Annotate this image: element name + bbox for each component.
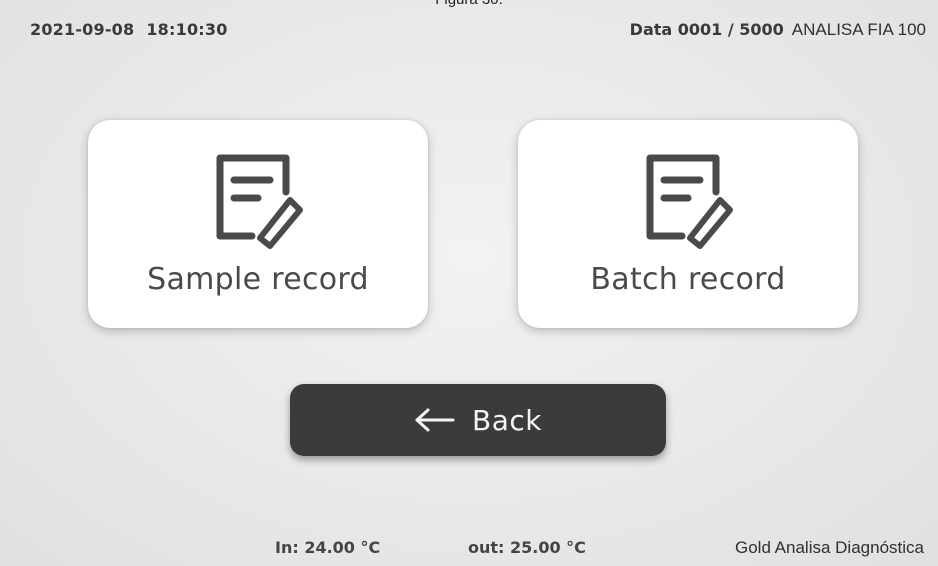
current-time: 18:10:30 <box>146 20 228 39</box>
batch-record-label: Batch record <box>590 262 786 297</box>
back-label: Back <box>472 403 542 437</box>
temperature-in: In: 24.00 °C <box>275 538 381 557</box>
arrow-left-icon <box>415 408 455 432</box>
temperature-out: out: 25.00 °C <box>468 538 586 557</box>
device-name: ANALISA FIA 100 <box>791 20 926 39</box>
back-button[interactable]: Back <box>290 384 666 456</box>
data-counter: Data 0001 / 5000 <box>629 20 784 39</box>
sample-record-label: Sample record <box>147 262 369 297</box>
datetime: 2021-09-08 18:10:30 <box>30 20 228 39</box>
figure-caption: Figura 30. <box>0 0 938 8</box>
sample-record-button[interactable]: Sample record <box>88 120 428 328</box>
status-bar: 2021-09-08 18:10:30 Data 0001 / 5000 ANALI… <box>0 20 938 44</box>
footer: In: 24.00 °C out: 25.00 °C Gold Analisa … <box>0 538 938 560</box>
instrument-screen: Figura 30. 2021-09-08 18:10:30 Data 0001 … <box>0 0 938 566</box>
header-right: Data 0001 / 5000 ANALISA FIA 100 <box>630 20 926 40</box>
batch-record-button[interactable]: Batch record <box>518 120 858 328</box>
current-date: 2021-09-08 <box>30 20 135 39</box>
record-edit-icon <box>646 154 733 249</box>
record-edit-icon <box>216 154 303 249</box>
company-name: Gold Analisa Diagnóstica <box>734 538 924 557</box>
